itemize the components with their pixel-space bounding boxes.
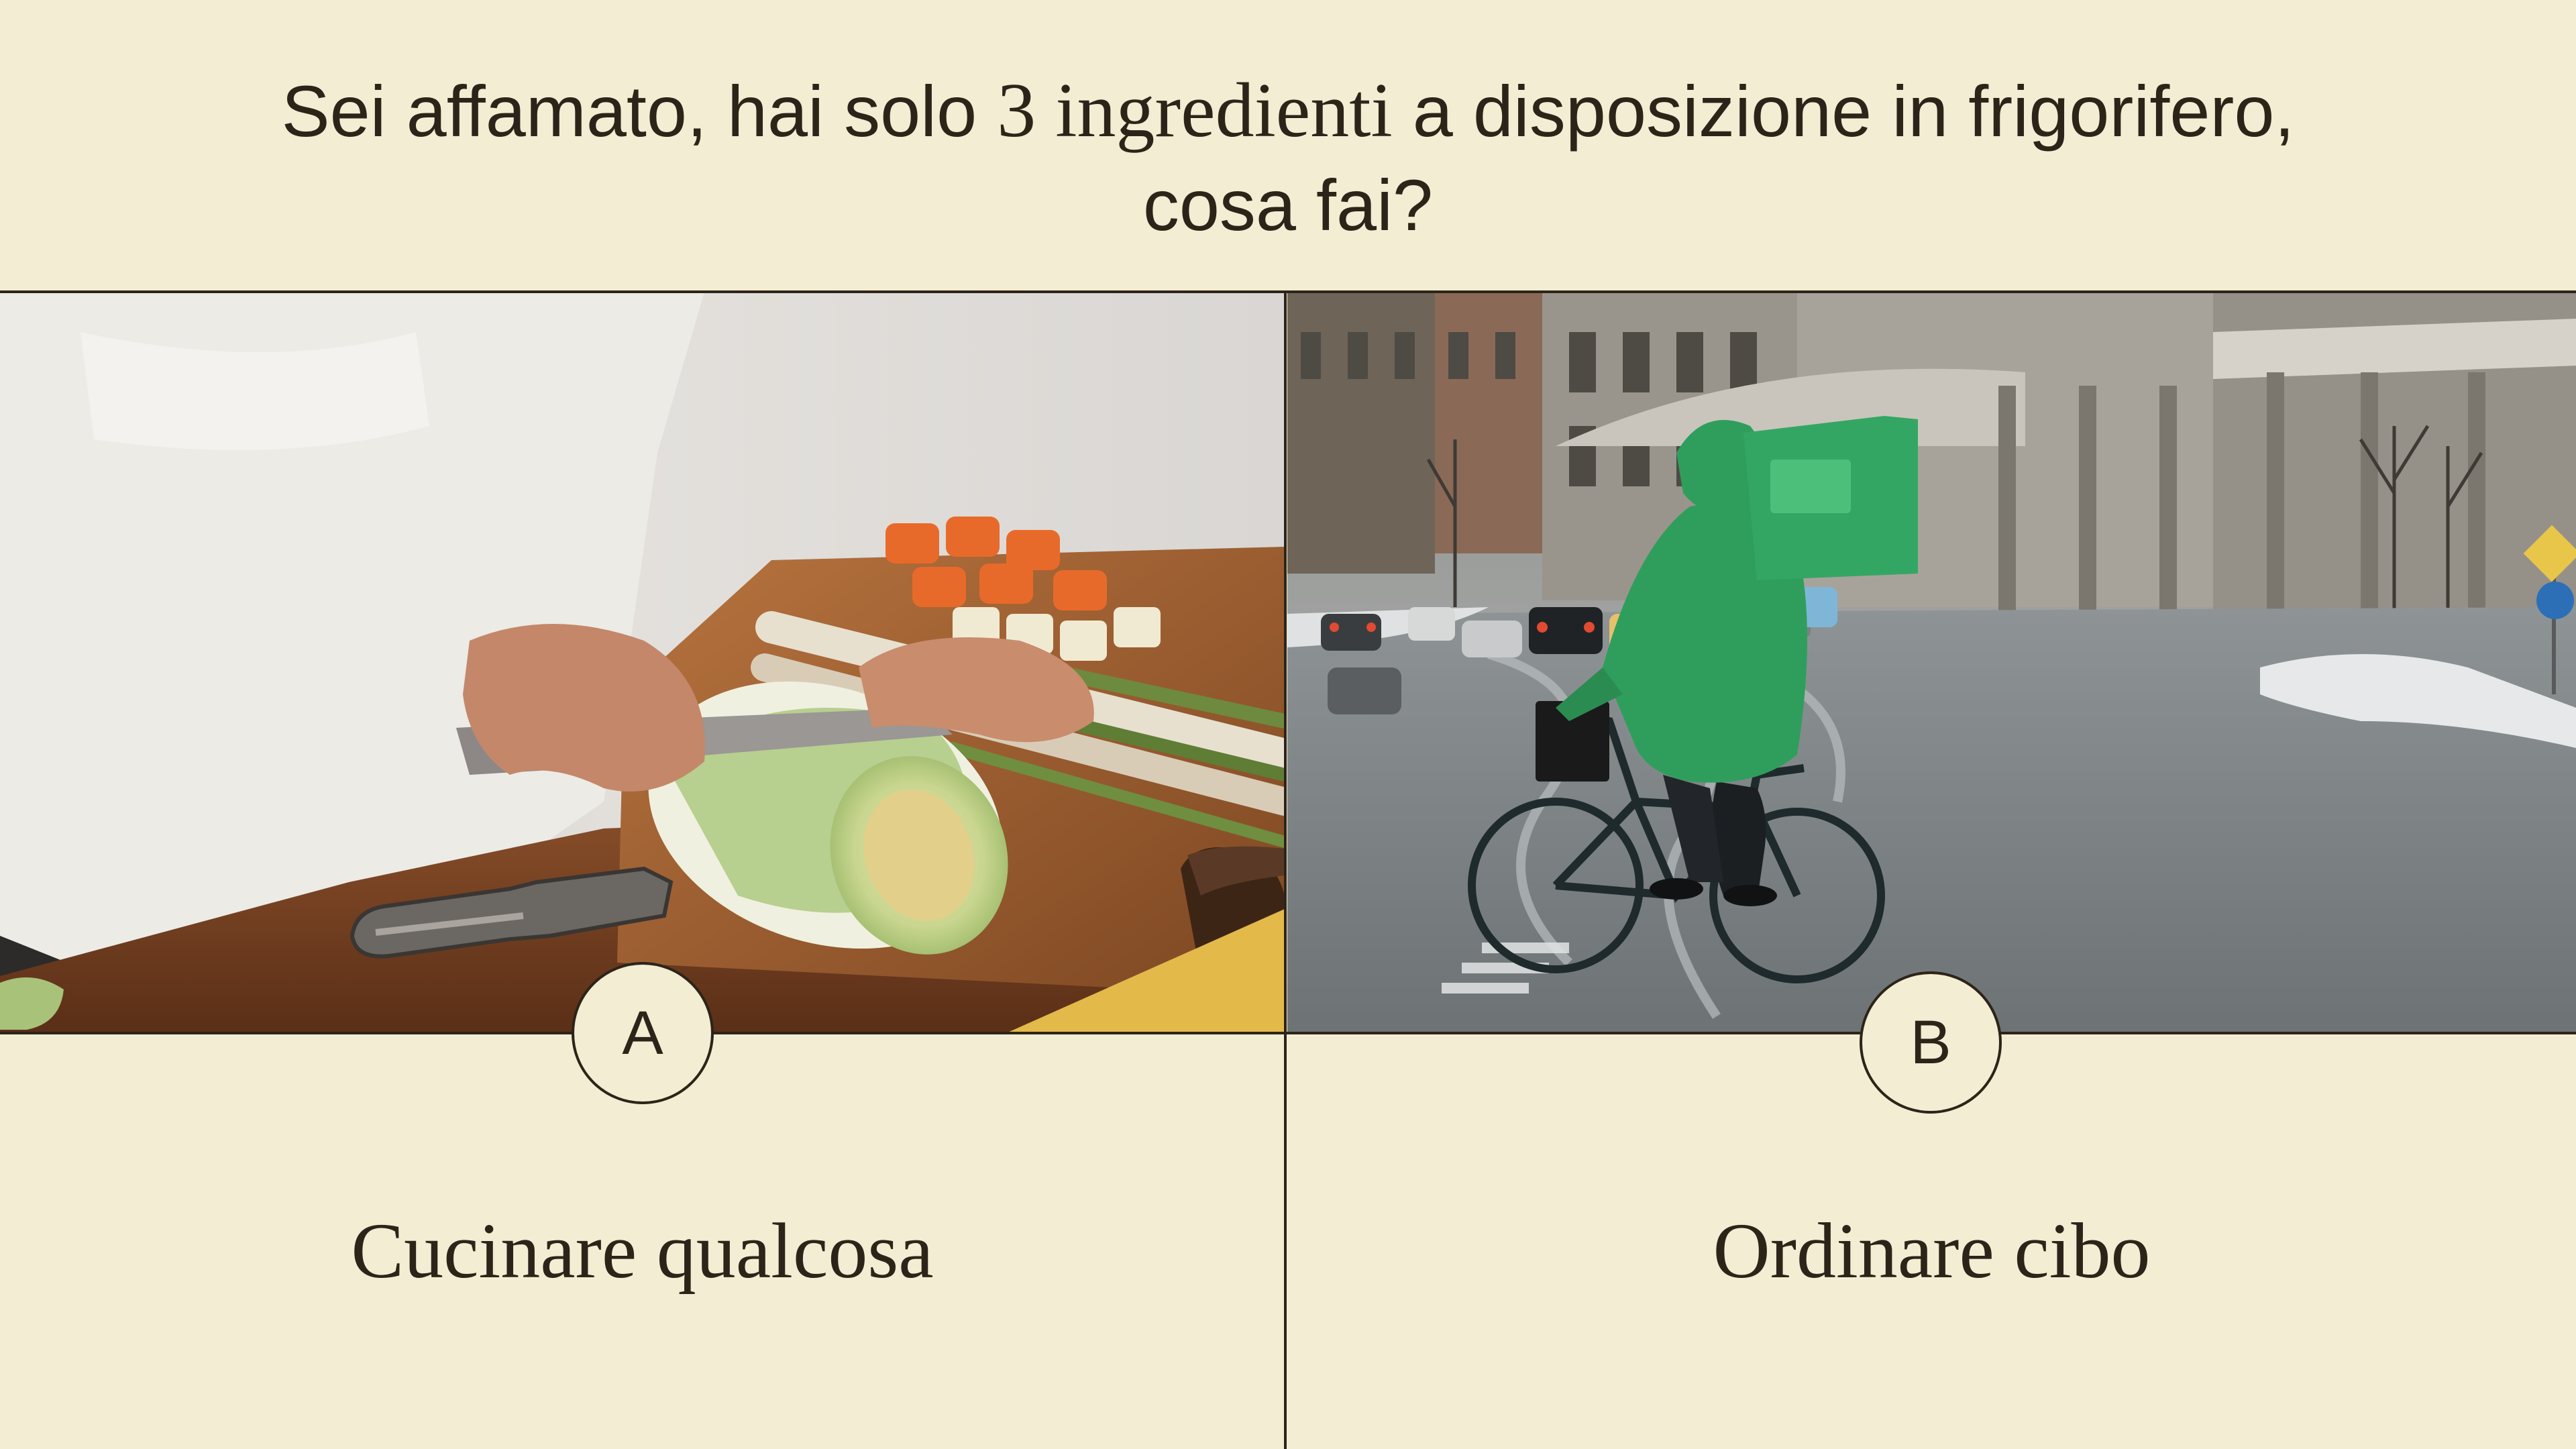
option-b-label[interactable]: Ordinare cibo [1287,1201,2576,1301]
quiz-slide: Sei affamato, hai solo 3 ingredienti a d… [0,0,2576,1449]
cooking-photo-illustration [0,292,1285,1033]
delivery-photo-illustration [1287,292,2576,1033]
option-b-photo[interactable] [1287,292,2576,1033]
question-part-3: a disposizione in frigorifero, [1412,70,2295,152]
question-part-2: 3 ingredienti [997,68,1393,154]
option-b-badge[interactable]: B [1860,971,2002,1114]
question-title: Sei affamato, hai solo 3 ingredienti a d… [161,64,2415,252]
option-a-badge[interactable]: A [572,962,714,1104]
question-part-1: Sei affamato, hai solo [281,70,977,152]
bottom-divider [0,1032,2576,1034]
question-part-4: cosa fai? [1142,164,1434,246]
top-divider [0,290,2576,293]
option-a-photo[interactable] [0,292,1285,1033]
option-a-label[interactable]: Cucinare qualcosa [0,1201,1285,1301]
